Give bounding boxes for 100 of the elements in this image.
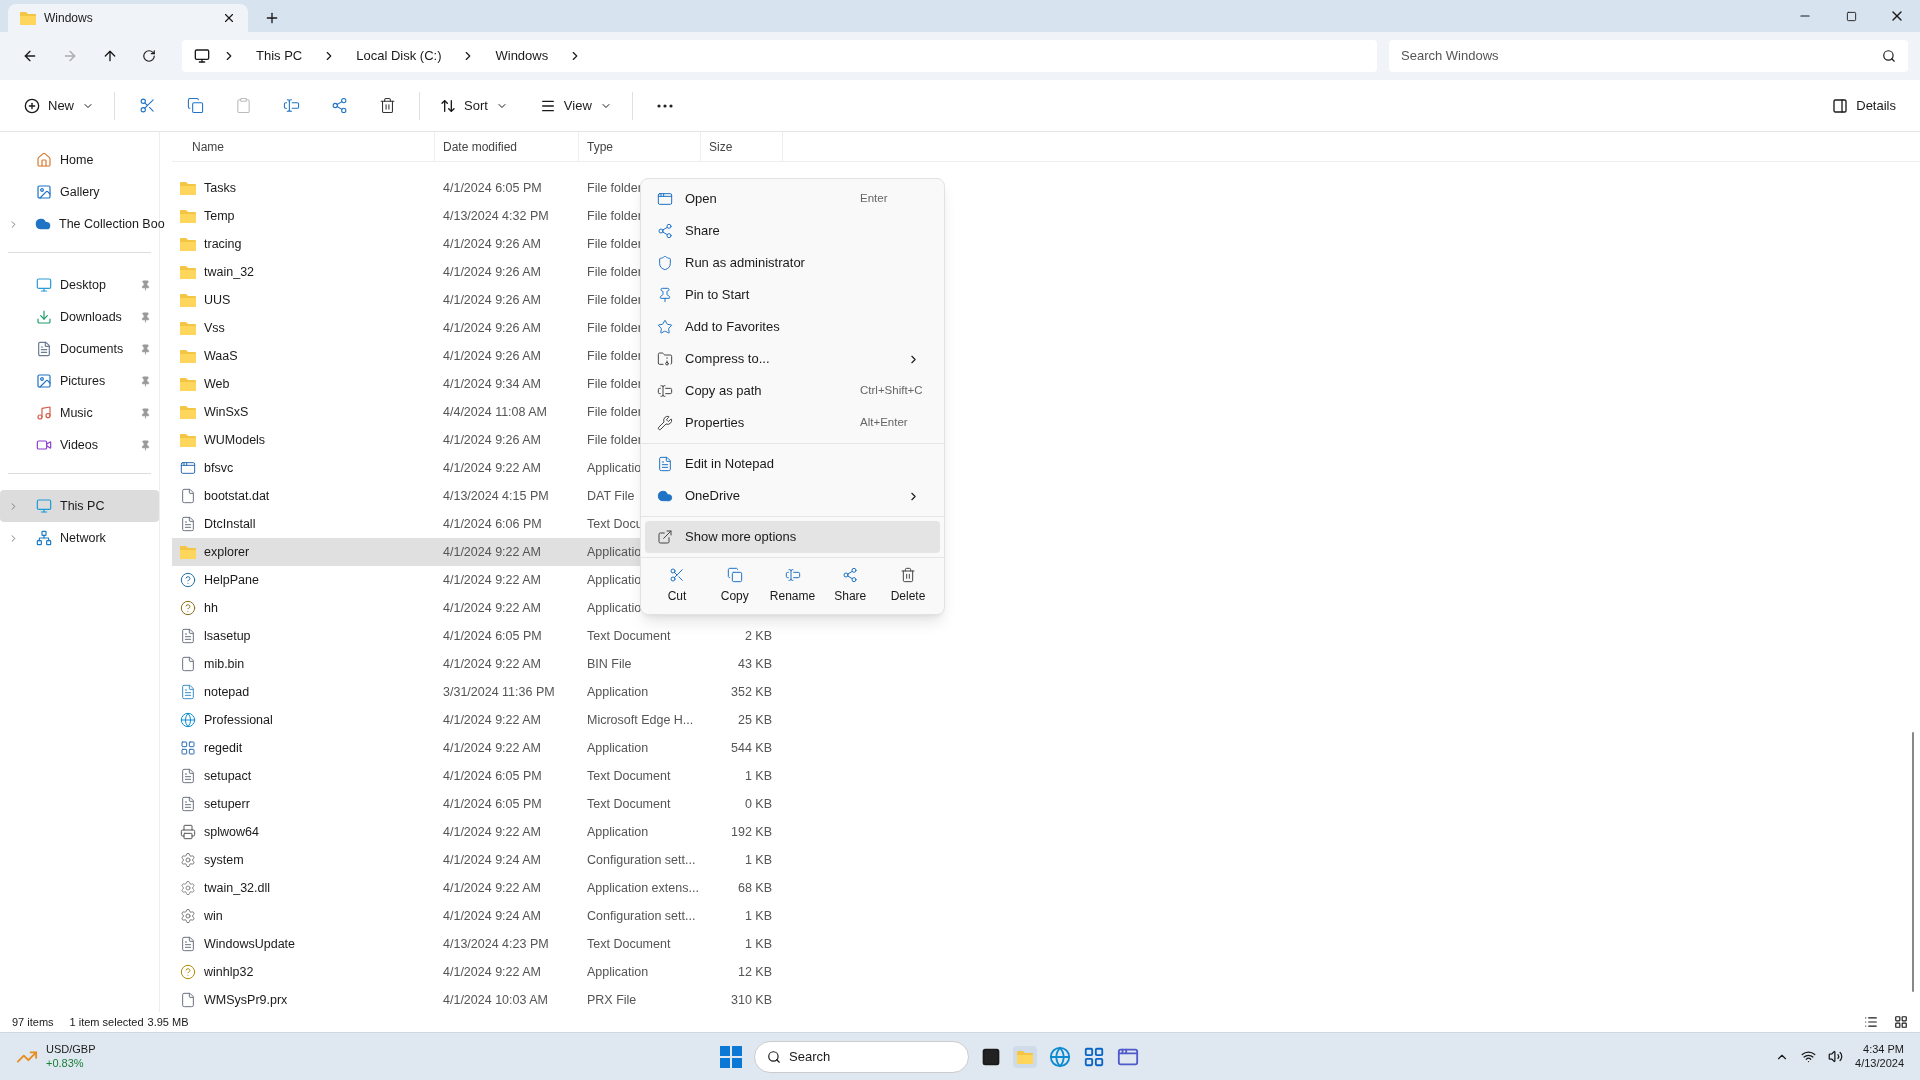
file-row[interactable]: setupact 4/1/2024 6:05 PM Text Document 1 KB <box>172 762 772 790</box>
new-button[interactable]: New <box>16 89 102 122</box>
selection-info: 1 item selected <box>69 1014 144 1030</box>
sidebar-item[interactable]: Documents <box>0 333 159 365</box>
file-row[interactable]: WindowsUpdate 4/13/2024 4:23 PM Text Document 1 KB <box>172 930 772 958</box>
sidebar-item[interactable]: Music <box>0 397 159 429</box>
file-name: hh <box>204 599 218 617</box>
sidebar-label: Music <box>60 404 94 422</box>
menu-item[interactable]: Show more options <box>645 521 940 553</box>
file-row[interactable]: win 4/1/2024 9:24 AM Configuration sett... 1 KB <box>172 902 772 930</box>
date-modified: 4/1/2024 9:22 AM <box>442 459 542 477</box>
refresh-icon[interactable] <box>142 49 156 63</box>
menu-item[interactable]: Share <box>645 215 940 247</box>
wifi-icon[interactable] <box>1801 1049 1817 1064</box>
globe-icon[interactable] <box>1049 1045 1071 1068</box>
download-icon <box>36 309 52 325</box>
sidebar-item[interactable]: Downloads <box>0 301 159 333</box>
date-modified: 4/1/2024 6:05 PM <box>442 795 543 813</box>
details-button[interactable]: Details <box>1824 89 1904 122</box>
sidebar-item[interactable]: Network <box>0 522 159 554</box>
menu-item[interactable]: Add to Favorites <box>645 311 940 343</box>
desktop-icon <box>36 277 52 293</box>
date-modified: 4/1/2024 9:22 AM <box>442 571 542 589</box>
window-tab[interactable]: Windows <box>8 4 248 32</box>
menu-item[interactable]: Pin to Start <box>645 279 940 311</box>
gear-file-icon <box>180 908 196 924</box>
menu-item[interactable]: Copy as path Ctrl+Shift+C <box>645 375 940 407</box>
grid-icon <box>180 740 196 756</box>
column-header[interactable]: Name <box>192 137 224 156</box>
menu-action-button[interactable]: Share <box>822 562 879 610</box>
file-row[interactable]: system 4/1/2024 9:24 AM Configuration sett... 1 KB <box>172 846 772 874</box>
shortcut-text: Alt+Enter <box>860 415 909 431</box>
menu-item[interactable]: Run as administrator <box>645 247 940 279</box>
file-row[interactable]: splwow64 4/1/2024 9:22 AM Application 192 KB <box>172 818 772 846</box>
sidebar-item[interactable]: Videos <box>0 429 159 461</box>
sidebar-item[interactable]: Pictures <box>0 365 159 397</box>
breadcrumb-item[interactable]: Local Disk (C:) <box>356 46 442 66</box>
details-view-icon[interactable] <box>1864 1015 1878 1029</box>
file-name: WMSysPr9.prx <box>204 991 288 1009</box>
file-name: bootstat.dat <box>204 487 270 505</box>
file-row[interactable]: twain_32.dll 4/1/2024 9:22 AM Application extens... 68 KB <box>172 874 772 902</box>
file-row[interactable]: regedit 4/1/2024 9:22 AM Application 544 KB <box>172 734 772 762</box>
windows-logo-icon[interactable] <box>720 1045 742 1068</box>
sidebar-item[interactable]: Home <box>0 144 159 176</box>
file-type: File folder <box>587 291 642 309</box>
file-row[interactable]: winhlp32 4/1/2024 9:22 AM Application 12 KB <box>172 958 772 986</box>
monitor-icon <box>194 48 210 64</box>
menu-item[interactable]: OneDrive <box>645 480 940 512</box>
close-tab-icon[interactable] <box>222 11 236 25</box>
folder-icon <box>180 545 196 559</box>
file-row[interactable]: setuperr 4/1/2024 6:05 PM Text Document 0 KB <box>172 790 772 818</box>
menu-item[interactable]: Compress to... <box>645 343 940 375</box>
search-input[interactable]: Search Windows <box>1401 46 1882 66</box>
search-field[interactable]: Search Windows <box>1389 40 1908 72</box>
clock-time[interactable]: 4:34 PM <box>1863 1042 1904 1057</box>
menu-action-button[interactable]: Delete <box>880 562 936 610</box>
file-name: UUS <box>204 291 231 309</box>
back-icon[interactable] <box>22 48 38 64</box>
menu-item[interactable]: Edit in Notepad <box>645 448 940 480</box>
column-header[interactable]: Type <box>587 137 613 156</box>
taskbar-search[interactable]: Search <box>754 1040 969 1073</box>
tiles-view-icon[interactable] <box>1894 1015 1908 1029</box>
file-name: Temp <box>204 207 235 225</box>
column-header[interactable]: Size <box>709 137 733 156</box>
address-bar[interactable]: This PC Local Disk (C:) Windows <box>182 40 1377 72</box>
up-icon[interactable] <box>102 48 118 64</box>
gear-file-icon <box>180 852 196 868</box>
path-icon <box>657 383 673 399</box>
date-modified: 4/1/2024 9:22 AM <box>442 655 542 673</box>
restore-icon[interactable] <box>1845 10 1857 22</box>
breadcrumb-item[interactable]: This PC <box>256 46 303 66</box>
store-icon[interactable] <box>1083 1045 1105 1068</box>
file-name: Vss <box>204 319 225 337</box>
column-header[interactable]: Date modified <box>443 137 518 156</box>
sidebar-item[interactable]: Gallery <box>0 176 159 208</box>
file-row[interactable]: notepad 3/31/2024 11:36 PM Application 352 KB <box>172 678 772 706</box>
plus-icon <box>24 97 40 114</box>
file-name: HelpPane <box>204 571 259 589</box>
sidebar-label: Pictures <box>60 372 107 390</box>
view-button[interactable]: View <box>531 89 620 122</box>
file-name: Web <box>204 375 230 393</box>
file-row[interactable]: lsasetup 4/1/2024 6:05 PM Text Document 2 KB <box>172 622 772 650</box>
folder-icon <box>180 405 196 419</box>
text-file-icon <box>180 628 196 644</box>
file-type: File folder <box>587 179 642 197</box>
volume-icon[interactable] <box>1828 1049 1844 1064</box>
file-row[interactable]: WMSysPr9.prx 4/1/2024 10:03 AM PRX File 310 KB <box>172 986 772 1014</box>
clock-date[interactable]: 4/13/2024 <box>1855 1056 1904 1071</box>
file-type: Application <box>587 963 649 981</box>
file-row[interactable]: mib.bin 4/1/2024 9:22 AM BIN File 43 KB <box>172 650 772 678</box>
menu-item[interactable]: Open Enter <box>645 183 940 215</box>
scrollbar[interactable] <box>1912 732 1914 992</box>
sidebar-item[interactable]: This PC <box>0 490 159 522</box>
breadcrumb-item[interactable]: Windows <box>495 46 549 66</box>
file-row[interactable]: Professional 4/1/2024 9:22 AM Microsoft Edge H... 25 KB <box>172 706 772 734</box>
new-tab-icon[interactable] <box>264 10 280 26</box>
task-view-icon[interactable] <box>981 1046 1001 1067</box>
menu-item[interactable]: Properties Alt+Enter <box>645 407 940 439</box>
sidebar-item[interactable]: Desktop <box>0 269 159 301</box>
sort-button[interactable]: Sort <box>432 89 516 122</box>
